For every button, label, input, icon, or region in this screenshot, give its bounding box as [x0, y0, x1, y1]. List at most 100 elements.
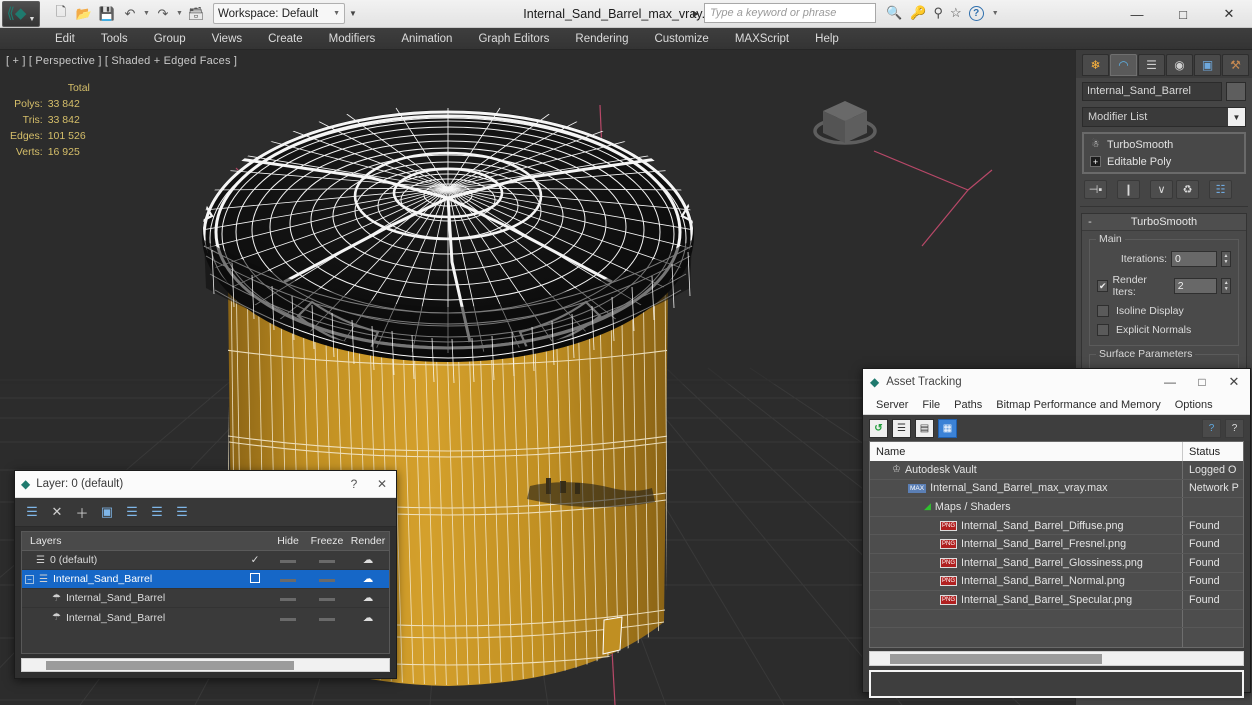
- select-highlighted-objects-icon[interactable]: ☰: [124, 504, 140, 520]
- key-icon[interactable]: 🔑: [910, 5, 926, 21]
- project-folder-button[interactable]: 🗃: [185, 3, 207, 25]
- table-row[interactable]: ☂ Internal_Sand_Barrel ☁: [22, 608, 389, 627]
- iterations-spinner[interactable]: ▲ ▼: [1221, 251, 1231, 267]
- make-unique-button[interactable]: ∨: [1150, 180, 1173, 199]
- utilities-tab[interactable]: ⚒: [1222, 54, 1249, 76]
- menu-rendering[interactable]: Rendering: [562, 30, 641, 48]
- asset-horizontal-scrollbar[interactable]: [869, 650, 1244, 666]
- asset-menu-server[interactable]: Server: [869, 397, 915, 413]
- lightbulb-icon[interactable]: ☃: [1090, 139, 1101, 150]
- layer-list[interactable]: Layers Hide Freeze Render ☰ 0 (default) …: [21, 531, 390, 654]
- menu-tools[interactable]: Tools: [88, 30, 141, 48]
- modifier-stack[interactable]: ☃ TurboSmooth + Editable Poly: [1082, 132, 1246, 174]
- workspace-selector[interactable]: Workspace: Default ▼: [213, 3, 345, 24]
- list-view-icon[interactable]: ☰: [892, 418, 911, 438]
- table-row[interactable]: PNG Internal_Sand_Barrel_Specular.png Fo…: [870, 591, 1243, 610]
- search-expand-icon[interactable]: ▶: [690, 9, 702, 18]
- highlight-selected-objects-icon[interactable]: ☰: [149, 504, 165, 520]
- layer-hide-cell[interactable]: [269, 612, 307, 624]
- remove-modifier-button[interactable]: ♻: [1176, 180, 1199, 199]
- chevron-down-icon[interactable]: ▼: [1228, 108, 1245, 126]
- layer-dialog-titlebar[interactable]: ◆ Layer: 0 (default) ? ✕: [15, 471, 396, 498]
- layer-freeze-cell[interactable]: [307, 612, 347, 624]
- redo-button[interactable]: ↷: [152, 3, 174, 25]
- maximize-button[interactable]: □: [1160, 0, 1206, 28]
- path-view-icon[interactable]: ▤: [915, 418, 934, 438]
- menu-help[interactable]: Help: [802, 30, 852, 48]
- display-tab[interactable]: ▣: [1194, 54, 1221, 76]
- layer-freeze-cell[interactable]: [307, 592, 347, 604]
- context-help-icon[interactable]: ?: [1225, 418, 1244, 438]
- layer-render-cell[interactable]: ☁: [347, 554, 389, 566]
- layer-properties-icon[interactable]: ☰: [174, 504, 190, 520]
- render-iters-spinner[interactable]: ▲ ▼: [1221, 278, 1231, 294]
- search-input[interactable]: Type a keyword or phrase: [704, 3, 876, 23]
- layer-hide-cell[interactable]: [269, 573, 307, 585]
- save-file-button[interactable]: 💾: [96, 3, 118, 25]
- help-icon[interactable]: ?: [968, 5, 984, 21]
- satellite-icon[interactable]: ⚲: [933, 5, 943, 21]
- menu-maxscript[interactable]: MAXScript: [722, 30, 802, 48]
- layer-close-button[interactable]: ✕: [368, 477, 396, 491]
- layer-help-button[interactable]: ?: [340, 477, 368, 491]
- view-cube[interactable]: [803, 85, 887, 155]
- isoline-display-checkbox[interactable]: [1097, 305, 1109, 317]
- modifier-stack-item-editable-poly[interactable]: + Editable Poly: [1084, 153, 1244, 170]
- select-objects-in-layer-icon[interactable]: ▣: [99, 504, 115, 520]
- workspace-dropdown-button[interactable]: ▼: [349, 9, 357, 18]
- scrollbar-thumb[interactable]: [890, 653, 1102, 664]
- layer-freeze-cell[interactable]: [307, 573, 347, 585]
- table-row[interactable]: [870, 628, 1243, 647]
- favorites-star-icon[interactable]: ☆: [950, 5, 962, 21]
- scrollbar-thumb[interactable]: [46, 661, 294, 670]
- help-dropdown-icon[interactable]: ▼: [991, 10, 1000, 17]
- hierarchy-tab[interactable]: ☰: [1138, 54, 1165, 76]
- asset-minimize-button[interactable]: —: [1154, 375, 1186, 389]
- table-row[interactable]: ♔ Autodesk Vault Logged O: [870, 461, 1243, 480]
- layer-horizontal-scrollbar[interactable]: [21, 658, 390, 672]
- plus-box-icon[interactable]: +: [1090, 156, 1101, 167]
- layer-hide-cell[interactable]: [269, 554, 307, 566]
- table-row[interactable]: ☂ Internal_Sand_Barrel ☁: [22, 589, 389, 608]
- layer-render-cell[interactable]: ☁: [347, 592, 389, 604]
- show-end-result-button[interactable]: ❙: [1117, 180, 1140, 199]
- asset-menu-paths[interactable]: Paths: [947, 397, 989, 413]
- table-row[interactable]: PNG Internal_Sand_Barrel_Fresnel.png Fou…: [870, 535, 1243, 554]
- expander-icon[interactable]: −: [25, 574, 34, 584]
- menu-views[interactable]: Views: [199, 30, 255, 48]
- menu-customize[interactable]: Customize: [641, 30, 721, 48]
- help-globe-icon[interactable]: ?: [1202, 418, 1221, 438]
- asset-tracking-dialog[interactable]: ◆ Asset Tracking — □ ✕ Server File Paths…: [862, 368, 1251, 698]
- collapse-icon[interactable]: -: [1082, 216, 1098, 228]
- undo-dropdown-icon[interactable]: ▼: [142, 10, 151, 17]
- explicit-normals-checkbox[interactable]: [1097, 324, 1109, 336]
- motion-tab[interactable]: ◉: [1166, 54, 1193, 76]
- table-row[interactable]: ◢ Maps / Shaders: [870, 498, 1243, 517]
- new-file-button[interactable]: 🗋: [50, 3, 72, 25]
- asset-table[interactable]: Name Status ♔ Autodesk Vault Logged O MA…: [869, 441, 1244, 648]
- layer-render-cell[interactable]: ☁: [347, 612, 389, 624]
- layer-dialog[interactable]: ◆ Layer: 0 (default) ? ✕ ☰ ✕ ＋ ▣ ☰ ☰ ☰ L…: [14, 470, 397, 679]
- layer-hide-cell[interactable]: [269, 592, 307, 604]
- grid-view-icon[interactable]: ▦: [938, 418, 957, 438]
- render-iters-input[interactable]: 2: [1173, 278, 1218, 294]
- add-selection-to-layer-icon[interactable]: ＋: [74, 503, 90, 522]
- menu-group[interactable]: Group: [141, 30, 199, 48]
- object-color-swatch[interactable]: [1226, 82, 1246, 101]
- table-row[interactable]: MAX Internal_Sand_Barrel_max_vray.max Ne…: [870, 479, 1243, 499]
- asset-menu-file[interactable]: File: [915, 397, 947, 413]
- menu-create[interactable]: Create: [255, 30, 316, 48]
- refresh-icon[interactable]: ↺: [869, 418, 888, 438]
- close-button[interactable]: ✕: [1206, 0, 1252, 28]
- table-row[interactable]: PNG Internal_Sand_Barrel_Glossiness.png …: [870, 553, 1243, 573]
- redo-dropdown-icon[interactable]: ▼: [175, 10, 184, 17]
- application-menu-button[interactable]: ⟪◆ ▼: [2, 0, 40, 27]
- create-tab[interactable]: ❄: [1082, 54, 1109, 76]
- open-file-button[interactable]: 📂: [73, 3, 95, 25]
- binoculars-icon[interactable]: 🔍: [886, 5, 903, 21]
- layer-current-check[interactable]: ✓: [241, 554, 269, 566]
- modifier-stack-item-turbosmooth[interactable]: ☃ TurboSmooth: [1084, 136, 1244, 153]
- asset-menu-options[interactable]: Options: [1168, 397, 1220, 413]
- menu-graph-editors[interactable]: Graph Editors: [465, 30, 562, 48]
- delete-layer-icon[interactable]: ✕: [49, 504, 65, 520]
